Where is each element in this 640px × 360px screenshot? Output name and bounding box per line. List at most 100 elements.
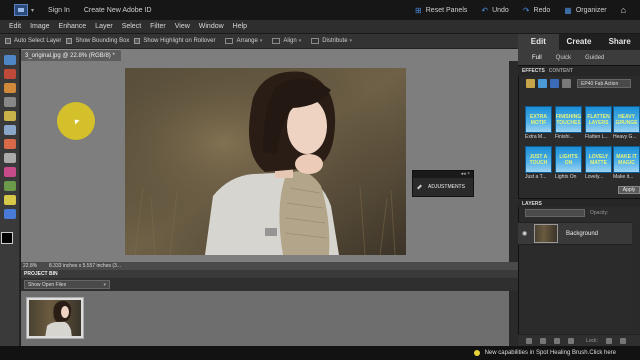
organizer-button[interactable]: ▦ Organizer xyxy=(564,6,606,15)
effect-swatch: MAKE IT MAGIC xyxy=(613,146,640,173)
lock-all-icon[interactable] xyxy=(619,337,626,344)
filters-icon[interactable] xyxy=(526,79,535,88)
collapse-icon[interactable]: ◂◂ × xyxy=(461,171,470,178)
adjustments-panel[interactable]: ◂◂ × ADJUSTMENTS xyxy=(412,170,474,197)
menu-select[interactable]: Select xyxy=(122,23,141,30)
project-bin-scrollbar[interactable] xyxy=(509,291,518,346)
sign-in-link[interactable]: Sign In xyxy=(48,7,70,14)
document-photo[interactable] xyxy=(125,68,406,255)
brush-tool-icon[interactable] xyxy=(4,167,16,177)
adjustments-label[interactable]: ADJUSTMENTS xyxy=(428,184,465,190)
effect-item[interactable]: LOVELY MATTE Lovely... xyxy=(585,146,612,180)
project-bin-area[interactable] xyxy=(21,291,518,346)
healing-brush-icon[interactable] xyxy=(4,139,16,149)
mask-icon[interactable] xyxy=(554,337,560,344)
subtab-full[interactable]: Full xyxy=(532,55,542,61)
layer-row[interactable]: ◉ Background ▪ xyxy=(518,222,640,245)
show-highlight-option[interactable]: Show Highlight on Rollover xyxy=(134,38,215,44)
all-effects-icon[interactable] xyxy=(562,79,571,88)
tab-edit[interactable]: Edit xyxy=(518,34,559,50)
align-dropdown[interactable]: Align ▾ xyxy=(272,38,301,44)
organizer-icon: ▦ xyxy=(564,5,572,15)
undo-button[interactable]: ↶ Undo xyxy=(481,6,508,15)
eye-icon[interactable]: ◉ xyxy=(522,230,532,237)
undo-label: Undo xyxy=(492,6,509,14)
menu-window[interactable]: Window xyxy=(199,23,224,30)
app-logo-icon[interactable] xyxy=(14,4,28,16)
reset-panels-label: Reset Panels xyxy=(425,6,468,14)
distribute-dropdown[interactable]: Distribute ▾ xyxy=(311,38,352,44)
tab-share[interactable]: Share xyxy=(599,34,640,50)
zoom-tool-icon[interactable] xyxy=(4,69,16,79)
effects-tab[interactable]: EFFECTS xyxy=(522,68,545,74)
canvas-vertical-scrollbar[interactable] xyxy=(509,61,518,262)
effect-item[interactable]: FINISHING TOUCHES Finishi... xyxy=(555,106,582,140)
thumbnail-illustration xyxy=(45,300,72,336)
chevron-down-icon: ▾ xyxy=(298,38,302,44)
effect-label: Make it... xyxy=(613,174,634,180)
effect-item[interactable]: JUST A TOUCH Just a T... xyxy=(525,146,552,180)
content-tab[interactable]: CONTENT xyxy=(549,68,573,74)
distribute-icon xyxy=(311,38,320,44)
subtab-guided[interactable]: Guided xyxy=(585,55,604,61)
auto-select-checkbox[interactable] xyxy=(5,38,11,44)
subtab-quick[interactable]: Quick xyxy=(556,55,571,61)
menu-enhance[interactable]: Enhance xyxy=(59,23,87,30)
magic-wand-icon[interactable] xyxy=(4,97,16,107)
effect-item[interactable]: MAKE IT MAGIC Make it... xyxy=(613,146,640,180)
move-tool-icon[interactable] xyxy=(4,55,16,65)
lock-transparency-icon[interactable] xyxy=(605,337,612,344)
chevron-down-icon: ▾ xyxy=(259,38,263,44)
menu-help[interactable]: Help xyxy=(233,23,247,30)
gradient-tool-icon[interactable] xyxy=(4,195,16,205)
home-icon: ⌂ xyxy=(620,5,626,15)
clone-stamp-icon[interactable] xyxy=(4,153,16,163)
menu-edit[interactable]: Edit xyxy=(9,23,21,30)
blur-tool-icon[interactable] xyxy=(4,209,16,219)
tab-create[interactable]: Create xyxy=(559,34,600,50)
effect-swatch: HEAVY GRUNGE xyxy=(613,106,640,133)
opacity-label: Opacity: xyxy=(590,210,609,216)
blend-mode-select[interactable] xyxy=(525,209,585,217)
create-adobe-id-link[interactable]: Create New Adobe ID xyxy=(84,7,152,14)
redo-button[interactable]: ↷ Redo xyxy=(523,6,550,15)
project-bin-header[interactable]: PROJECT BIN xyxy=(21,270,518,278)
show-bounding-box-option[interactable]: Show Bounding Box xyxy=(66,38,129,44)
crop-tool-icon[interactable] xyxy=(4,111,16,121)
adjustment-layer-icon[interactable] xyxy=(540,337,546,344)
adjustments-panel-header[interactable]: ◂◂ × xyxy=(413,171,473,178)
new-layer-icon[interactable] xyxy=(526,337,532,344)
menu-filter[interactable]: Filter xyxy=(150,23,166,30)
lasso-tool-icon[interactable] xyxy=(4,83,16,93)
project-bin-thumbnail[interactable] xyxy=(26,297,84,339)
effects-category-select[interactable]: EP40 Fab Action xyxy=(577,79,631,88)
layers-scrollbar[interactable] xyxy=(632,222,640,334)
layers-header[interactable]: LAYERS xyxy=(518,198,640,207)
apply-button[interactable]: Apply xyxy=(618,186,640,194)
menu-image[interactable]: Image xyxy=(30,23,49,30)
arrange-dropdown[interactable]: Arrange ▾ xyxy=(225,38,262,44)
foreground-color-swatch[interactable] xyxy=(1,232,13,244)
layer-styles-icon[interactable] xyxy=(538,79,547,88)
effect-swatch: EXTRA MOTIF xyxy=(525,106,552,133)
menu-layer[interactable]: Layer xyxy=(95,23,113,30)
menu-view[interactable]: View xyxy=(175,23,190,30)
project-bin-filter-select[interactable]: Show Open Files ▾ xyxy=(24,280,110,289)
tip-message[interactable]: New capabilities in Spot Healing Brush.C… xyxy=(485,350,616,356)
document-tab[interactable]: 3_original.jpg @ 22.8% (RGB/8) * xyxy=(21,49,121,61)
delete-layer-icon[interactable] xyxy=(568,337,574,344)
effect-item[interactable]: HEAVY GRUNGE Heavy G... xyxy=(613,106,640,140)
bounding-box-checkbox[interactable] xyxy=(66,38,73,44)
reset-panels-button[interactable]: ⊞ Reset Panels xyxy=(415,6,467,15)
effect-item[interactable]: LIGHTS ON Lights On xyxy=(555,146,582,180)
home-button[interactable]: ⌂ xyxy=(621,5,626,15)
photo-effects-icon[interactable] xyxy=(550,79,559,88)
effect-item[interactable]: FLATTEN LAYERS Flatten L... xyxy=(585,106,612,140)
effect-item[interactable]: EXTRA MOTIF Extra M... xyxy=(525,106,552,140)
zoom-level[interactable]: 22.8% xyxy=(23,263,41,269)
eraser-tool-icon[interactable] xyxy=(4,181,16,191)
type-tool-icon[interactable] xyxy=(4,125,16,135)
auto-select-layer-option[interactable]: Auto Select Layer xyxy=(5,38,61,44)
highlight-checkbox[interactable] xyxy=(134,38,141,44)
chevron-down-icon[interactable]: ▾ xyxy=(31,7,34,14)
